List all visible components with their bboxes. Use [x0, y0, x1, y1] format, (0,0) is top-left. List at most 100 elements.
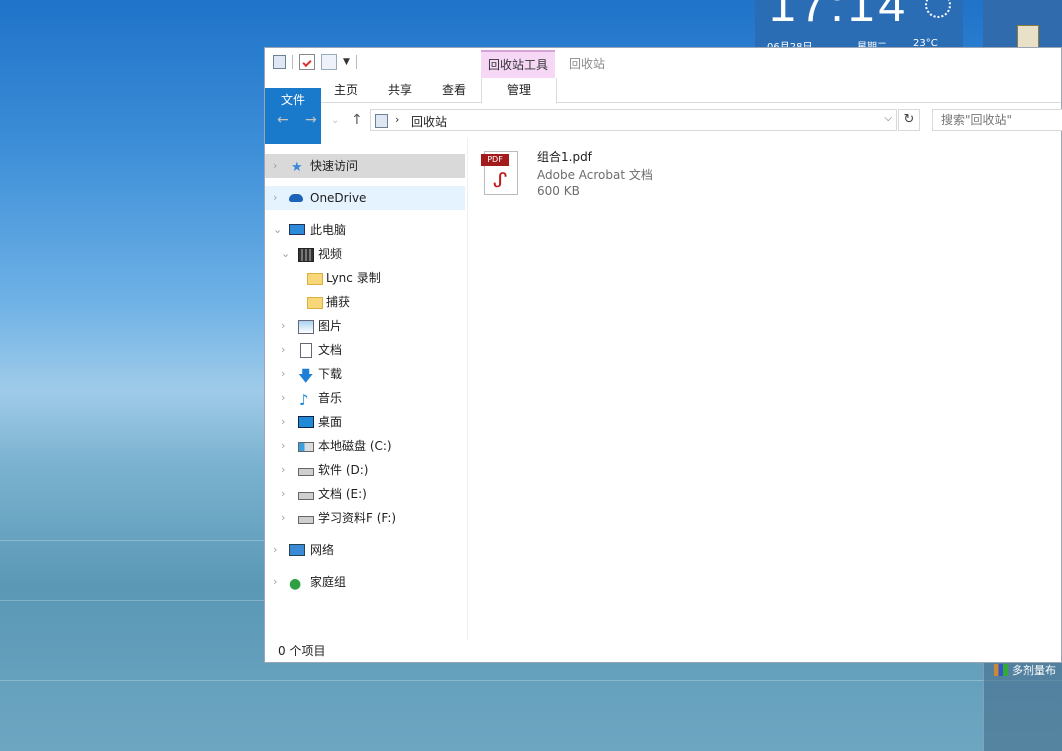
nav-item-network[interactable]: › 网络: [265, 538, 465, 562]
nav-item-desktop[interactable]: › 桌面: [265, 410, 465, 434]
nav-label: 此电脑: [310, 223, 347, 237]
nav-label: 捕获: [326, 295, 351, 309]
contextual-tab-header: 回收站工具: [481, 50, 555, 78]
expand-chevron-icon[interactable]: ›: [273, 570, 277, 594]
cloud-icon: [289, 194, 303, 202]
expand-chevron-icon[interactable]: ›: [281, 338, 285, 362]
system-drive-icon: [298, 442, 314, 452]
nav-item-drive-c[interactable]: › 本地磁盘 (C:): [265, 434, 465, 458]
expand-chevron-icon[interactable]: ›: [281, 458, 285, 482]
pdf-tag: PDF: [481, 154, 509, 166]
nav-item-drive-d[interactable]: › 软件 (D:): [265, 458, 465, 482]
drive-icon: [298, 492, 314, 500]
up-arrow-icon[interactable]: ↑: [351, 112, 363, 128]
tab-view[interactable]: 查看: [431, 78, 477, 102]
forward-arrow-icon[interactable]: →: [305, 112, 317, 128]
expand-chevron-icon[interactable]: ›: [281, 410, 285, 434]
breadcrumb-chevron-icon[interactable]: ›: [395, 113, 399, 126]
nav-item-capture[interactable]: 捕获: [265, 290, 465, 314]
nav-label: 学习资料F (F:): [318, 511, 397, 525]
expand-chevron-icon[interactable]: ›: [273, 154, 277, 178]
recent-locations-chevron-icon[interactable]: ⌄: [331, 115, 339, 126]
tab-home[interactable]: 主页: [323, 78, 369, 102]
toolbar-separator: [292, 55, 293, 69]
picture-icon: [298, 320, 314, 334]
ribbon-tabs: 文件 主页 共享 查看 管理: [265, 78, 1061, 144]
document-icon: [300, 343, 312, 358]
nav-item-documents[interactable]: › 文档: [265, 338, 465, 362]
refresh-icon[interactable]: ↻: [898, 109, 920, 131]
navigation-pane: › ★ 快速访问 › OneDrive ⌄ 此电脑 ⌄ 视频 Lync 录制 捕…: [265, 151, 467, 640]
recycle-bin-icon: [375, 114, 388, 128]
nav-label: 本地磁盘 (C:): [318, 439, 392, 453]
collapse-chevron-icon[interactable]: ⌄: [281, 242, 290, 266]
customize-toolbar-chevron-icon[interactable]: ▼: [343, 57, 350, 67]
tab-share[interactable]: 共享: [377, 78, 423, 102]
quick-access-toolbar: ▼: [273, 54, 357, 70]
desktop-tile-file[interactable]: [983, 0, 1062, 50]
nav-label: 家庭组: [310, 575, 347, 589]
homegroup-icon: ●: [289, 576, 302, 592]
nav-item-music[interactable]: › ♪ 音乐: [265, 386, 465, 410]
nav-label: 快速访问: [310, 159, 359, 173]
nav-label: 下载: [318, 367, 343, 381]
nav-label: 软件 (D:): [318, 463, 369, 477]
nav-item-videos[interactable]: ⌄ 视频: [265, 242, 465, 266]
nav-item-this-pc[interactable]: ⌄ 此电脑: [265, 218, 465, 242]
search-input[interactable]: [932, 109, 1062, 131]
nav-item-quick-access[interactable]: › ★ 快速访问: [265, 154, 465, 178]
nav-label: Lync 录制: [326, 271, 381, 285]
tile-label: 多剂量布: [1012, 664, 1056, 677]
file-size: 600 KB: [537, 184, 580, 198]
expand-chevron-icon[interactable]: ›: [273, 186, 277, 210]
expand-chevron-icon[interactable]: ›: [281, 434, 285, 458]
folder-icon: [307, 297, 323, 309]
nav-item-onedrive[interactable]: › OneDrive: [265, 186, 465, 210]
pdf-file-icon: PDF ᔑ: [481, 151, 518, 195]
properties-icon[interactable]: [299, 54, 315, 70]
star-icon: ★: [291, 160, 303, 175]
nav-item-homegroup[interactable]: › ● 家庭组: [265, 570, 465, 594]
expand-chevron-icon[interactable]: ›: [281, 362, 285, 386]
tab-manage[interactable]: 管理: [481, 78, 557, 104]
music-note-icon: ♪: [299, 391, 309, 409]
file-list-pane[interactable]: PDF ᔑ 组合1.pdf Adobe Acrobat 文档 600 KB: [468, 138, 1061, 640]
drive-icon: [298, 516, 314, 524]
download-arrow-icon: 🡇: [298, 367, 314, 385]
folder-icon: [307, 273, 323, 285]
clock-tile[interactable]: 17:14 06月28日 星期二 23°C: [755, 0, 963, 50]
window-title: 回收站: [569, 57, 606, 71]
expand-chevron-icon[interactable]: ›: [281, 506, 285, 530]
expand-chevron-icon[interactable]: ›: [281, 482, 285, 506]
back-arrow-icon[interactable]: ←: [277, 112, 289, 128]
breadcrumb-recycle-bin[interactable]: 回收站: [411, 113, 447, 130]
expand-chevron-icon[interactable]: ›: [273, 538, 277, 562]
network-icon: [289, 544, 305, 556]
clock-time: 17:14: [769, 0, 910, 32]
explorer-window: ▼ 回收站工具 回收站 文件 主页 共享 查看 管理 ← → ⌄ ↑ › 回收站…: [264, 47, 1062, 663]
nav-item-drive-f[interactable]: › 学习资料F (F:): [265, 506, 465, 530]
nav-label: 文档: [318, 343, 343, 357]
toolbar-separator: [355, 55, 357, 69]
nav-item-drive-e[interactable]: › 文档 (E:): [265, 482, 465, 506]
nav-label: 音乐: [318, 391, 343, 405]
file-item[interactable]: PDF ᔑ 组合1.pdf Adobe Acrobat 文档 600 KB: [481, 148, 684, 204]
new-folder-icon[interactable]: [321, 54, 337, 70]
nav-label: OneDrive: [310, 191, 367, 205]
computer-icon: [289, 224, 305, 235]
nav-label: 网络: [310, 543, 335, 557]
collapse-chevron-icon[interactable]: ⌄: [273, 218, 282, 242]
weather-sun-icon: [925, 0, 951, 18]
address-dropdown-chevron-icon[interactable]: ⌵: [884, 113, 892, 124]
expand-chevron-icon[interactable]: ›: [281, 386, 285, 410]
expand-chevron-icon[interactable]: ›: [281, 314, 285, 338]
nav-item-pictures[interactable]: › 图片: [265, 314, 465, 338]
recycle-bin-icon: [273, 55, 286, 69]
address-box[interactable]: › 回收站 ⌵: [370, 109, 897, 131]
address-bar-row: ← → ⌄ ↑ › 回收站 ⌵ ↻: [265, 104, 1062, 136]
nav-item-lync[interactable]: Lync 录制: [265, 266, 465, 290]
desktop-icon: [298, 416, 314, 428]
file-type: Adobe Acrobat 文档: [537, 168, 653, 182]
desktop-tile-bottom[interactable]: 多剂量布: [983, 660, 1062, 751]
nav-item-downloads[interactable]: › 🡇 下载: [265, 362, 465, 386]
